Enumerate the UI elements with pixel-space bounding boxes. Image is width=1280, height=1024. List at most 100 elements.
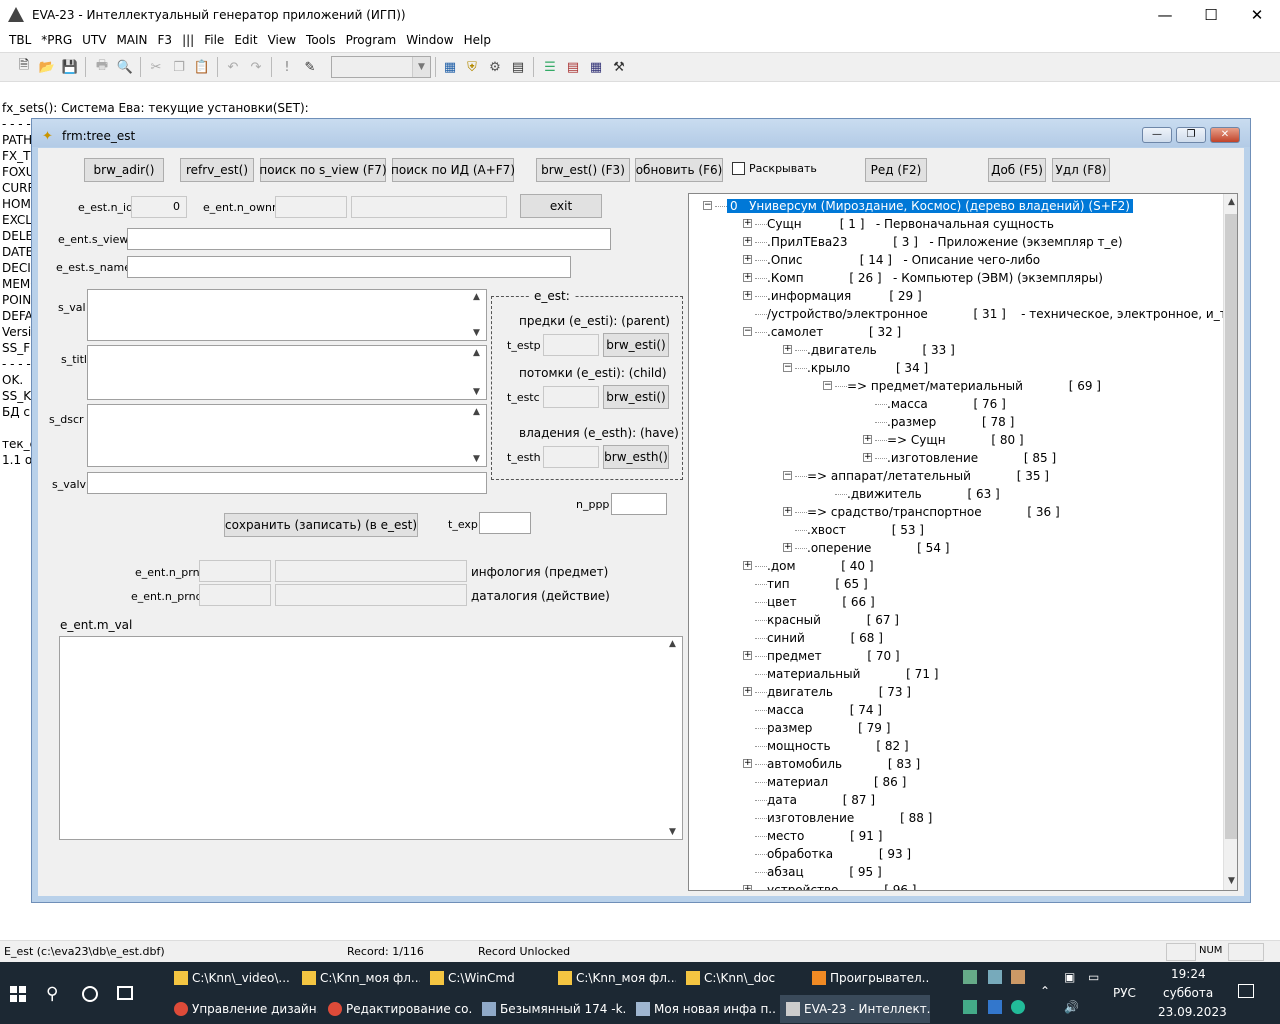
tray-app-icon[interactable]: [988, 1000, 1002, 1014]
edit-button[interactable]: Ред (F2): [865, 158, 927, 182]
menu-help[interactable]: Help: [459, 31, 496, 49]
m-val-input[interactable]: ▲ ▼: [59, 636, 683, 840]
chevron-down-icon[interactable]: ▼: [412, 57, 430, 77]
n-prnt-field[interactable]: [199, 560, 271, 582]
tree-scrollbar[interactable]: ▲ ▼: [1223, 194, 1237, 890]
collapse-icon[interactable]: −: [823, 381, 832, 390]
brw-est-button[interactable]: brw_est() (F3): [536, 158, 630, 182]
print-icon[interactable]: 🖶: [92, 57, 112, 77]
n-prnt-name-field[interactable]: [275, 560, 467, 582]
s-dscr-input[interactable]: ▲ ▼: [87, 404, 487, 467]
tree-node[interactable]: .Комп [ 26 ] - Компьютер (ЭВМ) (экземпля…: [767, 269, 1103, 287]
delete-button[interactable]: Удл (F8): [1052, 158, 1110, 182]
tree-node[interactable]: 0 Универсум (Мироздание, Космос) (дерево…: [727, 197, 1133, 215]
s-view-input[interactable]: [127, 228, 611, 250]
tree-node[interactable]: обработка [ 93 ]: [767, 845, 911, 863]
collapse-icon[interactable]: −: [703, 201, 712, 210]
tree-node[interactable]: масса [ 74 ]: [767, 701, 882, 719]
form-icon[interactable]: ▤: [563, 57, 583, 77]
brw-esti-parent-button[interactable]: brw_esti(): [603, 333, 669, 357]
tray-app-icon[interactable]: [988, 970, 1002, 984]
restore-icon[interactable]: ❐: [1176, 127, 1206, 143]
tree-node[interactable]: .самолет [ 32 ]: [767, 323, 901, 341]
tree-node[interactable]: материал [ 86 ]: [767, 773, 906, 791]
copy-icon[interactable]: ❐: [169, 57, 189, 77]
minimize-icon[interactable]: —: [1142, 0, 1188, 30]
expand-checkbox[interactable]: [732, 162, 745, 175]
tree-node[interactable]: размер [ 79 ]: [767, 719, 890, 737]
tree-node[interactable]: .крыло [ 34 ]: [807, 359, 928, 377]
scroll-down-icon[interactable]: ▼: [1228, 876, 1235, 886]
builder-icon[interactable]: ⚙: [485, 57, 505, 77]
tray-app-icon[interactable]: [963, 1000, 977, 1014]
open-folder-icon[interactable]: 📂: [37, 57, 57, 77]
collapse-icon[interactable]: −: [783, 471, 792, 480]
tree-node[interactable]: автомобиль [ 83 ]: [767, 755, 920, 773]
task-view-icon[interactable]: [117, 986, 133, 1000]
tree-node[interactable]: .дом [ 40 ]: [767, 557, 874, 575]
expand-icon[interactable]: +: [743, 273, 752, 282]
t-estp-field[interactable]: [543, 334, 599, 356]
s-titl-input[interactable]: ▲ ▼: [87, 345, 487, 400]
menu-view[interactable]: View: [263, 31, 301, 49]
tree-node[interactable]: красный [ 67 ]: [767, 611, 899, 629]
tree-node[interactable]: устройство [ 96 ]: [767, 881, 916, 890]
exit-button[interactable]: exit: [520, 194, 602, 218]
tree-node[interactable]: материальный [ 71 ]: [767, 665, 938, 683]
search-icon[interactable]: ⚲: [46, 984, 58, 1004]
shield-icon[interactable]: ⛨: [462, 57, 482, 77]
menu-file[interactable]: File: [199, 31, 229, 49]
clock-date[interactable]: 23.09.2023: [1158, 1005, 1227, 1019]
expand-icon[interactable]: +: [783, 345, 792, 354]
brw-esth-button[interactable]: brw_esth(): [603, 445, 669, 469]
clock-time[interactable]: 19:24: [1171, 967, 1206, 981]
tree-node[interactable]: .хвост [ 53 ]: [807, 521, 924, 539]
s-val-input[interactable]: ▲ ▼: [87, 289, 487, 341]
tools-icon[interactable]: ⚒: [609, 57, 629, 77]
taskbar-item[interactable]: C:\WinCmd: [424, 964, 548, 992]
close-icon[interactable]: ✕: [1210, 127, 1240, 143]
taskbar-item[interactable]: Редактирование со...: [322, 995, 472, 1023]
windows-start-icon[interactable]: [10, 986, 26, 1002]
refresh-button[interactable]: обновить (F6): [635, 158, 723, 182]
t-exp-input[interactable]: [479, 512, 531, 534]
expand-icon[interactable]: +: [743, 885, 752, 890]
tree-node[interactable]: изготовление [ 88 ]: [767, 809, 932, 827]
tray-app-icon[interactable]: [963, 970, 977, 984]
menu-program[interactable]: Program: [341, 31, 402, 49]
taskbar-item[interactable]: Безымянный 174 -k...: [476, 995, 626, 1023]
n-prnd-name-field[interactable]: [275, 584, 467, 606]
taskbar-item-active[interactable]: EVA-23 - Интеллект...: [780, 995, 930, 1023]
menu-tbl[interactable]: TBL: [4, 31, 36, 49]
expand-icon[interactable]: +: [743, 687, 752, 696]
undo-icon[interactable]: ↶: [223, 57, 243, 77]
new-file-icon[interactable]: 🗎: [14, 57, 34, 77]
taskbar-item[interactable]: C:\Knn\_doc: [680, 964, 804, 992]
close-icon[interactable]: ✕: [1234, 0, 1280, 30]
tree-node[interactable]: место [ 91 ]: [767, 827, 882, 845]
menu-edit[interactable]: Edit: [229, 31, 262, 49]
menu-tools[interactable]: Tools: [301, 31, 341, 49]
search-id-button[interactable]: поиск по ИД (A+F7): [391, 158, 515, 182]
scrollbar[interactable]: ▲ ▼: [470, 346, 486, 399]
n-ppp-input[interactable]: [611, 493, 667, 515]
tree-node[interactable]: .Опис [ 14 ] - Описание чего-либо: [767, 251, 1040, 269]
menu-utv[interactable]: UTV: [77, 31, 111, 49]
tree-node[interactable]: двигатель [ 73 ]: [767, 683, 911, 701]
cortana-icon[interactable]: [82, 986, 98, 1002]
tree-node[interactable]: .двигатель [ 33 ]: [807, 341, 955, 359]
expand-icon[interactable]: +: [743, 651, 752, 660]
tree-node[interactable]: синий [ 68 ]: [767, 629, 883, 647]
tree-node[interactable]: цвет [ 66 ]: [767, 593, 875, 611]
tree-node[interactable]: .оперение [ 54 ]: [807, 539, 949, 557]
scrollbar[interactable]: ▲ ▼: [470, 405, 486, 466]
hierarchy-icon[interactable]: ☰: [540, 57, 560, 77]
tree-node[interactable]: => Сущн [ 80 ]: [887, 431, 1024, 449]
taskbar-item[interactable]: Управление дизайн...: [168, 995, 318, 1023]
collapse-icon[interactable]: −: [743, 327, 752, 336]
s-valv-input[interactable]: [87, 472, 487, 494]
scrollbar[interactable]: ▲ ▼: [666, 637, 682, 839]
expand-icon[interactable]: +: [783, 507, 792, 516]
network-icon[interactable]: ▭: [1088, 970, 1099, 984]
language-indicator[interactable]: РУС: [1113, 986, 1136, 1000]
